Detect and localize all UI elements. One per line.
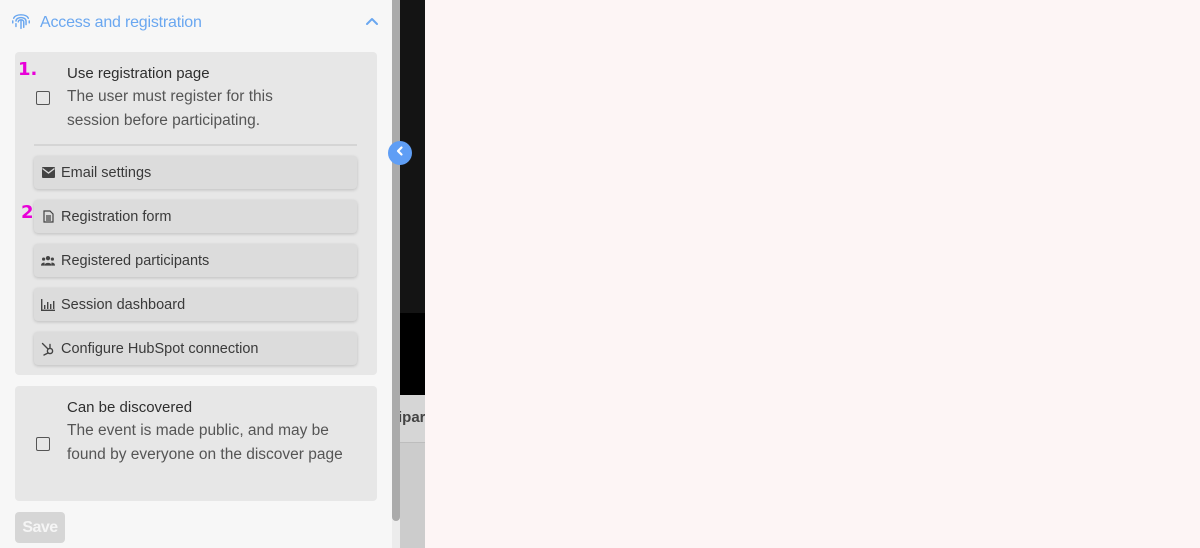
button-label: Session dashboard [61,296,186,313]
hubspot-icon [41,342,55,356]
session-dashboard-button[interactable]: Session dashboard [34,288,357,321]
save-button[interactable]: Save [15,512,65,543]
fingerprint-icon [10,10,32,37]
collapse-panel-button[interactable] [388,141,412,165]
discover-card: Can be discovered The event is made publ… [15,386,377,501]
background-tab-label: ipar [400,409,425,426]
email-settings-button[interactable]: Email settings [34,156,357,189]
section-title: Access and registration [40,14,202,31]
divider [34,144,357,146]
registration-card: 1. Use registration page The user must r… [15,52,377,375]
button-label: Registration form [61,208,172,225]
registration-form-button[interactable]: Registration form [34,200,357,233]
section-header-access-registration[interactable]: Access and registration [10,10,382,36]
use-registration-checkbox[interactable] [36,91,50,105]
can-be-discovered-title: Can be discovered [67,399,193,416]
scrollbar-thumb[interactable] [392,0,400,521]
chevron-up-icon[interactable] [364,14,380,35]
button-label: Email settings [61,164,152,181]
video-controls-area [400,313,425,395]
use-registration-title: Use registration page [67,65,210,82]
use-registration-description: The user must register for this session … [67,88,273,129]
document-icon [41,210,55,224]
registered-participants-button[interactable]: Registered participants [34,244,357,277]
button-label: Configure HubSpot connection [61,340,259,357]
button-label: Registered participants [61,252,210,269]
chevron-left-icon [394,144,406,162]
background-tab-bar: ipar [400,395,425,443]
configure-hubspot-button[interactable]: Configure HubSpot connection [34,332,357,365]
people-icon [41,254,55,268]
settings-panel: Access and registration 1. Use registrat… [0,0,392,548]
annotation-marker-1: 1. [18,59,38,80]
can-be-discovered-description: The event is made public, and may be fou… [67,422,343,463]
can-be-discovered-checkbox[interactable] [36,437,50,451]
mail-icon [41,166,55,180]
bar-chart-icon [41,298,55,312]
background-content: ipar [400,0,425,548]
